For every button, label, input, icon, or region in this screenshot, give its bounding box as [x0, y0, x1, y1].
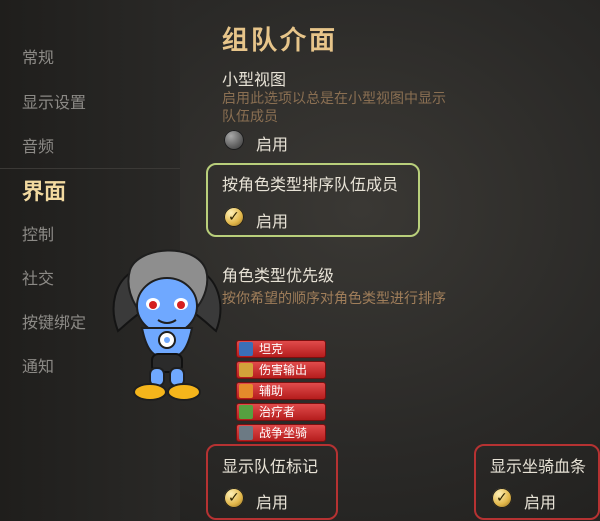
mini-view-description-line2: 队伍成员 [222, 109, 278, 125]
show-mount-health-enable-label: 启用 [524, 493, 557, 512]
role-item-damage-label: 伤害输出 [259, 363, 308, 377]
show-mount-health-enable-toggle[interactable]: ✓ [492, 488, 512, 508]
sort-by-role-enable-label: 启用 [256, 212, 289, 231]
sidebar-item-audio[interactable]: 音频 [22, 133, 54, 157]
sidebar-item-display[interactable]: 显示设置 [22, 89, 86, 113]
mount-icon [239, 426, 253, 440]
check-icon: ✓ [496, 490, 508, 506]
role-item-mount-label: 战争坐骑 [259, 426, 308, 440]
role-priority-list: 坦克 伤害输出 辅助 治疗者 战争坐骑 [236, 340, 326, 445]
role-item-support[interactable]: 辅助 [236, 382, 326, 400]
settings-window: 常规 显示设置 音频 界面 控制 社交 按键绑定 通知 组队介面 小型视图 启用… [0, 0, 600, 521]
role-item-mount[interactable]: 战争坐骑 [236, 424, 326, 442]
support-icon [239, 384, 253, 398]
role-priority-description: 按你希望的顺序对角色类型进行排序 [222, 291, 446, 307]
page-title: 组队介面 [222, 26, 339, 56]
mini-view-enable-toggle[interactable] [224, 130, 244, 150]
show-mount-health-label: 显示坐骑血条 [490, 457, 587, 476]
role-item-damage[interactable]: 伤害输出 [236, 361, 326, 379]
sidebar-item-control[interactable]: 控制 [22, 221, 54, 245]
sidebar-item-general[interactable]: 常规 [22, 44, 54, 68]
role-item-tank[interactable]: 坦克 [236, 340, 326, 358]
role-priority-label: 角色类型优先级 [222, 266, 335, 285]
role-item-healer-label: 治疗者 [259, 405, 296, 419]
mini-view-description-line1: 启用此选项以总是在小型视图中显示 [222, 91, 446, 107]
healer-icon [239, 405, 253, 419]
mini-view-label: 小型视图 [222, 70, 287, 89]
sidebar-item-keybindings[interactable]: 按键绑定 [22, 309, 86, 333]
sword-icon [239, 363, 253, 377]
mascot-character-illustration [112, 249, 222, 401]
check-icon: ✓ [228, 490, 240, 506]
check-icon: ✓ [228, 209, 240, 225]
mini-view-enable-label: 启用 [256, 135, 289, 154]
sidebar-item-social[interactable]: 社交 [22, 265, 54, 289]
role-item-healer[interactable]: 治疗者 [236, 403, 326, 421]
role-item-support-label: 辅助 [259, 384, 284, 398]
show-team-markers-label: 显示队伍标记 [222, 457, 319, 476]
show-team-markers-enable-label: 启用 [256, 493, 289, 512]
role-item-tank-label: 坦克 [259, 342, 284, 356]
sidebar-item-notifications[interactable]: 通知 [22, 353, 54, 377]
sort-by-role-label: 按角色类型排序队伍成员 [222, 175, 399, 194]
sidebar-item-interface[interactable]: 界面 [22, 174, 66, 206]
shield-icon [239, 342, 253, 356]
sidebar-divider [0, 168, 180, 169]
sort-by-role-enable-toggle[interactable]: ✓ [224, 207, 244, 227]
show-team-markers-enable-toggle[interactable]: ✓ [224, 488, 244, 508]
